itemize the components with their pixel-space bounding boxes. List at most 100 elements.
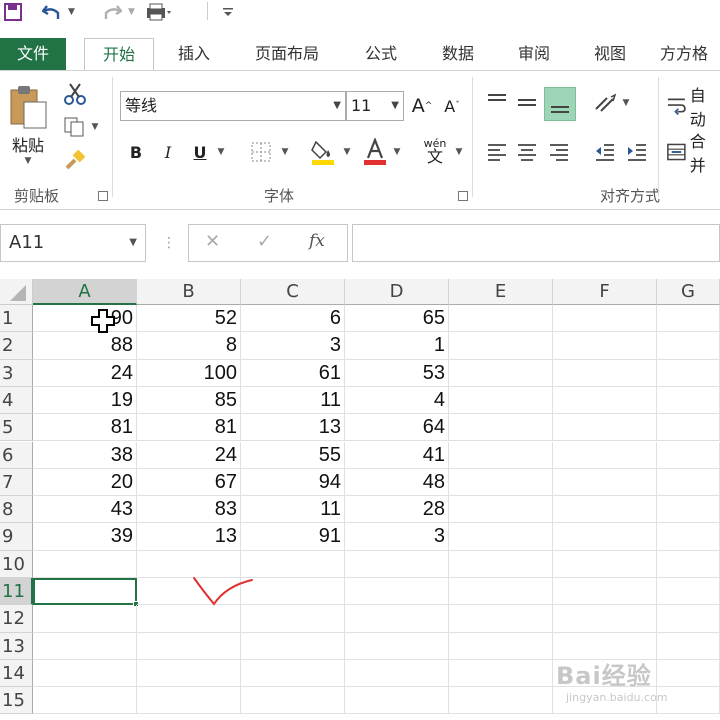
cell-b4[interactable]: 85 (137, 386, 241, 415)
cell-c1[interactable]: 6 (241, 305, 345, 333)
align-bottom-icon[interactable] (544, 87, 576, 121)
row-header-3[interactable]: 3 (0, 359, 33, 387)
cell-e9[interactable] (449, 523, 553, 551)
tab-insert[interactable]: 插入 (166, 38, 222, 70)
name-box[interactable]: A11 ▼ (0, 224, 146, 262)
align-middle-icon[interactable] (514, 89, 540, 115)
column-header-e[interactable]: E (449, 279, 553, 305)
cell-e13[interactable] (449, 632, 553, 660)
copy-dropdown-icon[interactable]: ▼ (90, 121, 100, 133)
cell-f4[interactable] (553, 386, 657, 415)
shrink-font-button[interactable]: Aˇ (440, 93, 464, 119)
font-color-icon[interactable] (362, 137, 388, 167)
cell-b3[interactable]: 100 (137, 359, 241, 387)
row-header-4[interactable]: 4 (0, 386, 33, 415)
orientation-dropdown-icon[interactable]: ▼ (620, 97, 632, 109)
column-header-f[interactable]: F (553, 279, 657, 305)
fill-color-icon[interactable] (308, 137, 338, 167)
cell-c6[interactable]: 55 (241, 441, 345, 469)
increase-indent-icon[interactable] (624, 139, 650, 165)
cell-b13[interactable] (137, 632, 241, 660)
cell-g4[interactable] (657, 386, 720, 415)
cell-e7[interactable] (449, 468, 553, 497)
cell-c3[interactable]: 61 (241, 359, 345, 387)
cell-e14[interactable] (449, 659, 553, 688)
row-header-5[interactable]: 5 (0, 414, 33, 442)
font-name-select[interactable]: 等线 ▼ (120, 91, 346, 121)
cell-e10[interactable] (449, 550, 553, 578)
cell-g2[interactable] (657, 332, 720, 360)
tab-formulas[interactable]: 公式 (352, 38, 410, 70)
tab-review[interactable]: 审阅 (506, 38, 562, 70)
cell-c15[interactable] (241, 687, 345, 715)
cell-f7[interactable] (553, 468, 657, 497)
row-header-1[interactable]: 1 (0, 305, 33, 333)
cell-g1[interactable] (657, 305, 720, 333)
cell-b15[interactable] (137, 687, 241, 715)
wrap-text-button[interactable]: 自动 (666, 86, 720, 129)
tab-data[interactable]: 数据 (428, 38, 488, 70)
cell-c12[interactable] (241, 605, 345, 633)
cell-d10[interactable] (345, 550, 449, 578)
cell-b5[interactable]: 81 (137, 414, 241, 442)
undo-icon[interactable] (42, 0, 64, 24)
cell-a15[interactable] (33, 687, 137, 715)
cell-f9[interactable] (553, 523, 657, 551)
grow-font-button[interactable]: A ^ (410, 93, 434, 119)
cell-e6[interactable] (449, 441, 553, 469)
row-header-2[interactable]: 2 (0, 332, 33, 360)
column-header-a[interactable]: A (33, 279, 137, 305)
cell-b7[interactable]: 67 (137, 468, 241, 497)
cell-c14[interactable] (241, 659, 345, 688)
cell-c4[interactable]: 11 (241, 386, 345, 415)
redo-icon[interactable] (102, 0, 124, 24)
row-header-12[interactable]: 12 (0, 605, 33, 633)
italic-button[interactable]: I (158, 139, 178, 165)
tab-ffcell[interactable]: 方方格 (660, 38, 720, 70)
cell-d1[interactable]: 65 (345, 305, 449, 333)
cell-g12[interactable] (657, 605, 720, 633)
cell-c11[interactable] (241, 578, 345, 606)
cell-a4[interactable]: 19 (33, 386, 137, 415)
cell-e2[interactable] (449, 332, 553, 360)
phonetic-guide-icon[interactable]: wén 文 (420, 135, 450, 167)
cell-g11[interactable] (657, 578, 720, 606)
font-color-dropdown-icon[interactable]: ▼ (390, 145, 404, 159)
cell-a6[interactable]: 38 (33, 441, 137, 469)
cell-f5[interactable] (553, 414, 657, 442)
column-header-d[interactable]: D (345, 279, 449, 305)
formula-bar-grip-icon[interactable]: ⋮ (162, 230, 176, 256)
cell-g3[interactable] (657, 359, 720, 387)
paste-dropdown-icon[interactable]: ▼ (20, 155, 36, 167)
row-header-7[interactable]: 7 (0, 468, 33, 497)
cell-a11[interactable] (33, 578, 137, 606)
cell-b9[interactable]: 13 (137, 523, 241, 551)
enter-icon[interactable]: ✓ (257, 231, 272, 252)
format-painter-icon[interactable] (62, 149, 88, 173)
cell-f12[interactable] (553, 605, 657, 633)
paste-icon[interactable] (6, 83, 50, 131)
cell-d8[interactable]: 28 (345, 496, 449, 524)
cell-g9[interactable] (657, 523, 720, 551)
cell-d6[interactable]: 41 (345, 441, 449, 469)
cell-e15[interactable] (449, 687, 553, 715)
cell-c9[interactable]: 91 (241, 523, 345, 551)
cell-e1[interactable] (449, 305, 553, 333)
phonetic-dropdown-icon[interactable]: ▼ (452, 145, 466, 159)
cell-a12[interactable] (33, 605, 137, 633)
row-header-13[interactable]: 13 (0, 632, 33, 660)
cell-g10[interactable] (657, 550, 720, 578)
merge-center-button[interactable]: 合并 (666, 132, 720, 175)
cell-a14[interactable] (33, 659, 137, 688)
cut-icon[interactable] (62, 81, 88, 107)
print-preview-icon[interactable] (146, 0, 176, 24)
cell-b8[interactable]: 83 (137, 496, 241, 524)
fill-color-dropdown-icon[interactable]: ▼ (340, 145, 354, 159)
cell-g5[interactable] (657, 414, 720, 442)
row-header-15[interactable]: 15 (0, 687, 33, 715)
row-header-6[interactable]: 6 (0, 441, 33, 469)
cell-d13[interactable] (345, 632, 449, 660)
cell-e11[interactable] (449, 578, 553, 606)
cell-c7[interactable]: 94 (241, 468, 345, 497)
cell-c13[interactable] (241, 632, 345, 660)
